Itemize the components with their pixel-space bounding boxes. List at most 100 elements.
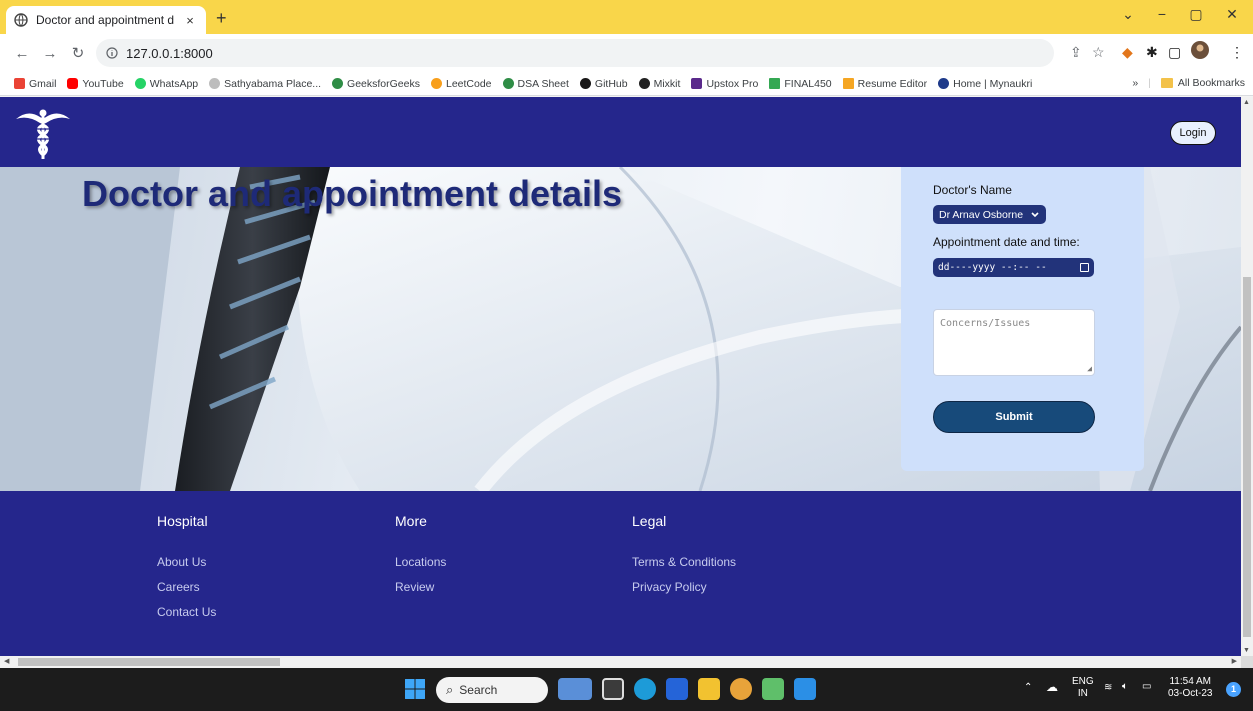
footer-heading: More [395,513,427,529]
bookmark-dsa-sheet[interactable]: DSA Sheet [502,78,569,90]
doctor-select-value: Dr Arnav Osborne [939,208,1024,221]
scroll-left-arrow-icon[interactable]: ◀ [4,657,9,665]
bookmark-upstox[interactable]: Upstox Pro [691,78,758,90]
google-drive-icon [769,78,781,89]
forward-arrow-icon[interactable]: → [36,45,64,62]
minimize-button[interactable]: − [1152,6,1172,22]
extensions-puzzle-icon[interactable]: ✱ [1146,44,1158,61]
horizontal-scrollbar[interactable]: ◀ ▶ [0,656,1241,668]
browser-toolbar: ← → ↻ 127.0.0.1:8000 ⇪ ☆ ◆ ✱ ▢ ⋮ [0,34,1253,72]
bookmark-star-icon[interactable]: ☆ [1092,44,1105,61]
share-icon[interactable]: ⇪ [1070,44,1082,61]
footer-link-careers[interactable]: Careers [157,580,216,594]
bookmarks-divider: | [1148,77,1151,89]
bookmark-resume-editor[interactable]: Resume Editor [842,78,927,90]
widgets-icon[interactable] [558,678,592,700]
tray-chevron-up-icon[interactable]: ⌃ [1024,682,1032,694]
youtube-icon [67,78,79,89]
footer-column-more: More Locations Review [395,513,446,605]
windows-start-icon[interactable] [404,678,426,700]
appointment-datetime-input[interactable]: dd----yyyy --:-- -- [933,258,1094,277]
bookmarks-bar: Gmail YouTube WhatsApp Sathyabama Place.… [0,72,1253,96]
bookmark-mixkit[interactable]: Mixkit [638,78,680,90]
reload-icon[interactable]: ↻ [64,44,92,62]
metamask-extension-icon[interactable]: ◆ [1122,44,1133,61]
url-text: 127.0.0.1:8000 [126,45,213,61]
chrome-icon[interactable] [730,678,752,700]
file-explorer-icon[interactable] [698,678,720,700]
resume-editor-icon [842,78,854,89]
back-arrow-icon[interactable]: ← [8,45,36,62]
onedrive-cloud-icon[interactable]: ☁ [1046,681,1058,693]
footer-heading: Legal [632,513,667,529]
battery-icon[interactable]: ▭ [1142,681,1151,693]
tab-search-icon[interactable]: ⌄ [1118,6,1138,23]
calendar-icon[interactable] [1080,263,1089,272]
concerns-textarea[interactable]: Concerns/Issues ◢ [933,309,1095,376]
leetcode-icon [430,78,442,89]
bookmark-youtube[interactable]: YouTube [67,78,124,90]
language-indicator[interactable]: ENG IN [1072,676,1094,700]
bookmark-geeksforgeeks[interactable]: GeeksforGeeks [332,78,420,90]
footer-link-privacy[interactable]: Privacy Policy [632,580,736,594]
menu-kebab-icon[interactable]: ⋮ [1230,44,1244,61]
more-bookmarks-chevron[interactable]: » [1132,77,1138,89]
bookmark-final450[interactable]: FINAL450 [769,78,832,90]
wifi-icon[interactable]: ≋ [1104,682,1112,694]
profile-avatar[interactable] [1190,40,1210,63]
doctor-select[interactable]: Dr Arnav Osborne [933,205,1046,224]
bookmark-gmail[interactable]: Gmail [14,78,56,90]
windows-taskbar: ⌕ Search ⌃ ☁ ENG IN ≋ 🔈︎ ▭ 11:54 AM 03-O… [0,668,1253,711]
tab-strip: Doctor and appointment details × + ⌄ − ▢… [0,0,1253,34]
bookmark-leetcode[interactable]: LeetCode [430,78,492,90]
maximize-button[interactable]: ▢ [1186,6,1206,23]
bookmark-whatsapp[interactable]: WhatsApp [134,78,198,90]
page-title: Doctor and appointment details [82,173,623,214]
footer-link-contact-us[interactable]: Contact Us [157,605,216,619]
concerns-placeholder: Concerns/Issues [940,318,1031,329]
bookmark-github[interactable]: GitHub [579,78,628,90]
new-tab-button[interactable]: + [216,8,227,29]
sathyabama-icon [209,78,221,89]
footer-link-locations[interactable]: Locations [395,555,446,569]
browser-tab[interactable]: Doctor and appointment details × [6,6,206,34]
datetime-label: Appointment date and time: [933,235,1080,249]
address-bar[interactable]: 127.0.0.1:8000 [96,39,1054,67]
visual-studio-icon[interactable] [666,678,688,700]
tab-title: Doctor and appointment details [36,13,174,27]
mynaukri-icon [938,78,950,89]
clock[interactable]: 11:54 AM 03-Oct-23 [1168,676,1212,700]
tab-close-icon[interactable]: × [182,13,198,28]
close-window-button[interactable]: ✕ [1222,6,1242,23]
login-button[interactable]: Login [1170,121,1216,145]
notification-badge[interactable]: 1 [1226,682,1241,697]
whatsapp-icon [134,78,146,89]
caduceus-logo-icon[interactable] [14,105,72,161]
volume-icon[interactable]: 🔈︎ [1122,681,1128,693]
bookmark-sathyabama[interactable]: Sathyabama Place... [209,78,321,90]
footer-link-review[interactable]: Review [395,580,446,594]
scroll-up-arrow-icon[interactable]: ▲ [1243,99,1250,106]
doctor-name-label: Doctor's Name [933,183,1012,197]
taskbar-search-label: Search [459,683,498,697]
bookmark-mynaukri[interactable]: Home | Mynaukri [938,78,1032,90]
footer-link-about-us[interactable]: About Us [157,555,216,569]
task-view-icon[interactable] [602,678,624,700]
submit-button[interactable]: Submit [933,401,1095,433]
vscode-icon[interactable] [794,678,816,700]
taskbar-search-box[interactable]: ⌕ Search [436,677,548,703]
chevron-down-icon [1031,211,1039,217]
horizontal-scroll-thumb[interactable] [18,658,280,666]
vertical-scroll-thumb[interactable] [1243,277,1251,637]
scroll-right-arrow-icon[interactable]: ▶ [1232,657,1237,665]
dsa-sheet-icon [502,78,514,89]
vertical-scrollbar[interactable]: ▲ ▼ [1241,97,1253,656]
notepad-plus-icon[interactable] [762,678,784,700]
footer-link-terms[interactable]: Terms & Conditions [632,555,736,569]
mixkit-icon [638,78,650,89]
resize-handle-icon[interactable]: ◢ [1087,364,1092,373]
all-bookmarks-button[interactable]: All Bookmarks [1160,77,1245,89]
scroll-down-arrow-icon[interactable]: ▼ [1243,647,1250,654]
edge-browser-icon[interactable] [634,678,656,700]
side-panel-icon[interactable]: ▢ [1168,44,1181,61]
